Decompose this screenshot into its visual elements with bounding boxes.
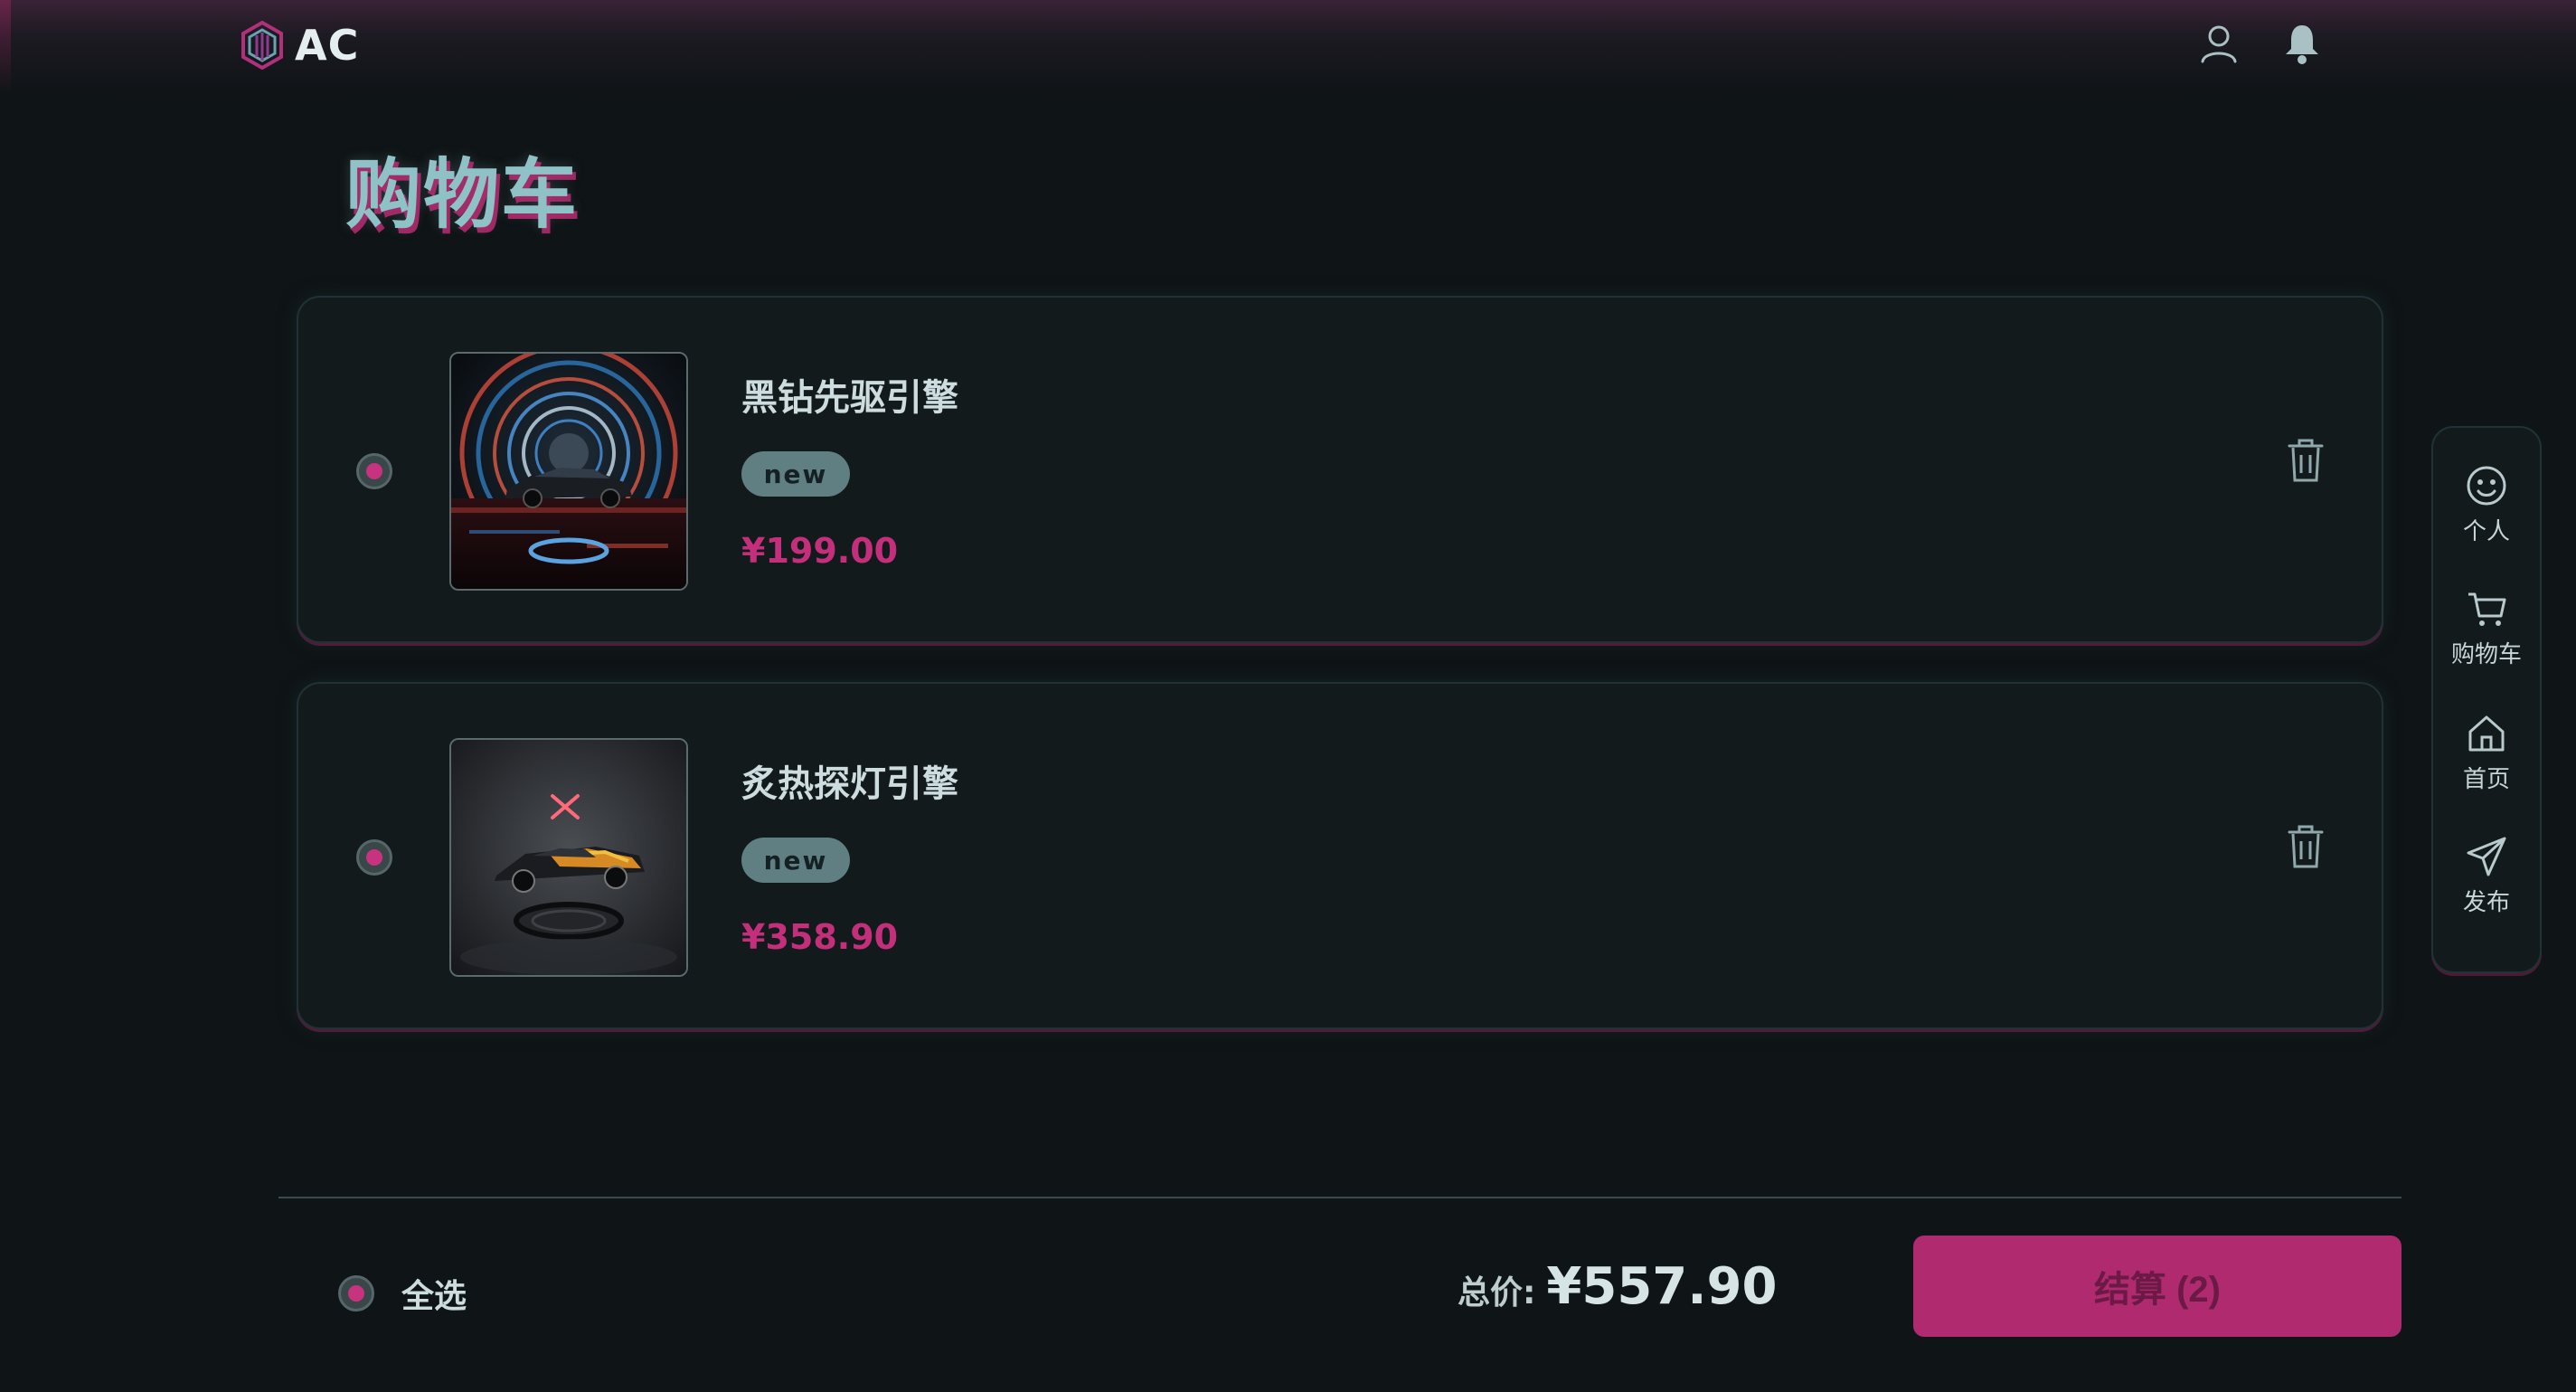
nav-item-home[interactable]: 首页 <box>2433 712 2540 794</box>
cart-icon <box>2468 592 2506 626</box>
user-icon[interactable] <box>2197 22 2241 65</box>
home-icon <box>2468 715 2505 752</box>
nav-label: 首页 <box>2462 766 2510 793</box>
total-label: 总价: <box>1458 1274 1536 1312</box>
footer-divider <box>278 1197 2401 1198</box>
bell-icon[interactable] <box>2280 22 2324 65</box>
select-all[interactable]: 全选 <box>338 1270 467 1317</box>
smile-face-icon <box>2467 466 2506 506</box>
nav-label: 个人 <box>2462 518 2510 545</box>
checkout-button[interactable]: 结算 (2) <box>1913 1236 2401 1337</box>
nav-item-profile[interactable]: 个人 <box>2433 464 2540 546</box>
logo-mark-icon <box>241 21 283 70</box>
car-tunnel-image <box>451 354 686 589</box>
side-nav: 个人 购物车 首页 发布 <box>2431 426 2542 973</box>
item-price: ¥199.00 <box>741 531 899 571</box>
logo[interactable]: AC <box>241 20 359 71</box>
nav-label: 购物车 <box>2450 641 2522 668</box>
page-title: 购物车 <box>345 150 580 239</box>
total-price: 总价: ¥557.90 <box>1458 1257 1777 1316</box>
new-badge: new <box>741 451 850 497</box>
logo-text: AC <box>295 21 360 70</box>
send-icon <box>2467 837 2506 876</box>
new-badge: new <box>741 838 850 883</box>
item-price: ¥358.90 <box>741 917 899 957</box>
select-all-label: 全选 <box>401 1278 467 1315</box>
cart-item-card: 炙热探灯引擎 new ¥358.90 <box>297 682 2383 1029</box>
car-stage-image <box>451 740 686 975</box>
item-name[interactable]: 炙热探灯引擎 <box>741 754 958 807</box>
cart-item-card: 黑钻先驱引擎 new ¥199.00 <box>297 296 2383 643</box>
select-all-radio[interactable] <box>338 1275 374 1312</box>
trash-icon[interactable] <box>2284 435 2327 486</box>
item-name[interactable]: 黑钻先驱引擎 <box>741 368 958 421</box>
top-bar: AC <box>0 0 2576 94</box>
total-value: ¥557.90 <box>1546 1257 1778 1316</box>
trash-icon[interactable] <box>2284 821 2327 872</box>
product-image[interactable] <box>449 738 688 977</box>
item-select-radio[interactable] <box>356 453 392 489</box>
nav-item-publish[interactable]: 发布 <box>2433 835 2540 917</box>
item-select-radio[interactable] <box>356 839 392 876</box>
product-image[interactable] <box>449 352 688 591</box>
nav-label: 发布 <box>2462 889 2510 916</box>
top-bar-glow <box>0 0 11 94</box>
nav-item-cart[interactable]: 购物车 <box>2433 587 2540 669</box>
